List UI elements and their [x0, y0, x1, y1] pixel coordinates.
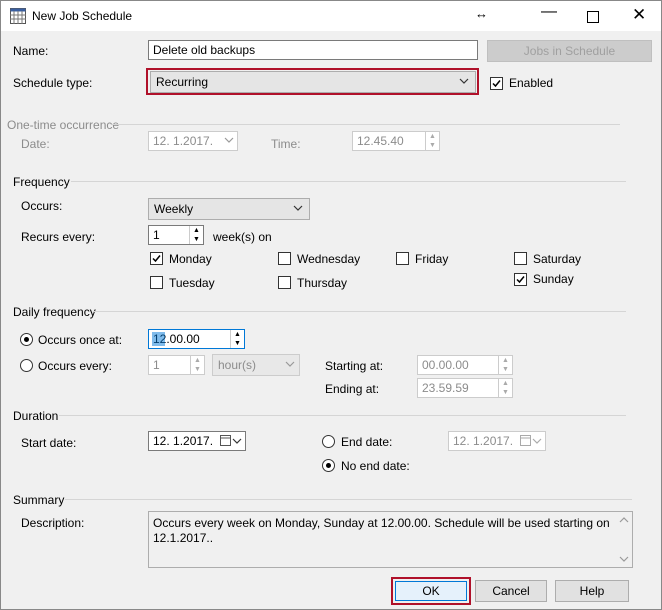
ending-at-label: Ending at:: [325, 382, 380, 396]
resize-icon: ↔: [475, 6, 488, 21]
starting-at-value: 00.00.00: [422, 358, 469, 372]
end-date-value: 12. 1.2017.: [453, 434, 514, 448]
duration-divider: [59, 415, 626, 416]
enabled-checkbox[interactable]: [490, 77, 503, 90]
monday-checkbox[interactable]: [150, 252, 163, 265]
chevron-down-icon: [224, 134, 234, 148]
starting-at-spinner[interactable]: ▲ ▼: [498, 356, 512, 374]
minimize-icon[interactable]: —: [541, 3, 557, 21]
friday-label: Friday: [415, 252, 449, 266]
one-time-date-label: Date:: [21, 137, 50, 151]
thursday-label: Thursday: [297, 276, 348, 290]
description-label: Description:: [21, 516, 85, 530]
occurs-value: Weekly: [154, 202, 194, 216]
tuesday-label: Tuesday: [169, 276, 215, 290]
occurs-every-unit-select[interactable]: hour(s): [212, 354, 300, 376]
monday-label: Monday: [169, 252, 212, 266]
wednesday-checkbox[interactable]: [278, 252, 291, 265]
title-bar[interactable]: New Job Schedule ↔ — ✕: [1, 1, 661, 31]
start-date-label: Start date:: [21, 436, 77, 450]
duration-section-title: Duration: [13, 409, 59, 423]
occurs-every-value: 1: [153, 358, 160, 372]
chevron-down-icon: [459, 75, 469, 89]
start-date-value: 12. 1.2017.: [153, 434, 214, 448]
sunday-label: Sunday: [533, 272, 574, 286]
description-textarea[interactable]: Occurs every week on Monday, Sunday at 1…: [148, 511, 633, 568]
starting-at-label: Starting at:: [325, 359, 384, 373]
occurs-select[interactable]: Weekly: [148, 198, 310, 220]
recurs-every-spinner[interactable]: ▲ ▼: [189, 226, 203, 244]
wednesday-label: Wednesday: [297, 252, 361, 266]
end-date-label: End date:: [341, 435, 393, 449]
summary-section-title: Summary: [13, 493, 65, 507]
occurs-once-spinner[interactable]: ▲ ▼: [230, 330, 244, 348]
recurs-unit-label: week(s) on: [213, 230, 272, 244]
name-label: Name:: [13, 44, 49, 58]
saturday-label: Saturday: [533, 252, 582, 266]
dialog-window: New Job Schedule ↔ — ✕ Name: Delete old …: [0, 0, 662, 610]
occurs-every-radio[interactable]: [20, 359, 33, 372]
schedule-type-label: Schedule type:: [13, 76, 93, 90]
saturday-checkbox[interactable]: [514, 252, 527, 265]
daily-frequency-divider: [93, 311, 626, 312]
end-date-picker[interactable]: 12. 1.2017.: [448, 431, 546, 451]
calendar-dropdown-icon: [520, 435, 542, 450]
frequency-section-title: Frequency: [13, 175, 70, 189]
sunday-checkbox[interactable]: [514, 273, 527, 286]
one-time-time-label: Time:: [271, 137, 301, 151]
jobs-in-schedule-button[interactable]: Jobs in Schedule: [487, 40, 652, 62]
description-text: Occurs every week on Monday, Sunday at 1…: [153, 516, 610, 545]
text-selection-highlight: [152, 332, 165, 346]
friday-checkbox[interactable]: [396, 252, 409, 265]
one-time-divider: [112, 124, 620, 125]
one-time-time-spinner[interactable]: ▲ ▼: [425, 132, 439, 150]
window-title: New Job Schedule: [32, 9, 133, 23]
calendar-icon: [10, 8, 26, 24]
occurs-every-spinner[interactable]: ▲ ▼: [190, 356, 204, 374]
recurs-every-label: Recurs every:: [21, 230, 96, 244]
recurs-every-value: 1: [153, 228, 160, 242]
tuesday-checkbox[interactable]: [150, 276, 163, 289]
maximize-icon[interactable]: [587, 11, 599, 23]
one-time-time-value: 12.45.40: [357, 134, 404, 148]
name-input[interactable]: Delete old backups: [148, 40, 478, 60]
chevron-down-icon: [293, 202, 303, 216]
occurs-every-label: Occurs every:: [38, 359, 113, 373]
occurs-every-unit-value: hour(s): [218, 358, 257, 372]
ending-at-spinner[interactable]: ▲ ▼: [498, 379, 512, 397]
calendar-dropdown-icon: [220, 435, 242, 450]
no-end-date-label: No end date:: [341, 459, 410, 473]
help-button[interactable]: Help: [555, 580, 629, 602]
summary-divider: [65, 499, 632, 500]
start-date-picker[interactable]: 12. 1.2017.: [148, 431, 246, 451]
end-date-radio[interactable]: [322, 435, 335, 448]
occurs-once-label: Occurs once at:: [38, 333, 123, 347]
cancel-button[interactable]: Cancel: [475, 580, 547, 602]
schedule-type-value: Recurring: [156, 75, 209, 89]
frequency-divider: [71, 181, 626, 182]
one-time-date-value: 12. 1.2017.: [153, 134, 214, 148]
one-time-date-picker[interactable]: 12. 1.2017.: [148, 131, 238, 151]
ok-button[interactable]: OK: [395, 581, 467, 601]
ending-at-value: 23.59.59: [422, 381, 469, 395]
schedule-type-select[interactable]: Recurring: [150, 71, 476, 93]
no-end-date-radio[interactable]: [322, 459, 335, 472]
daily-frequency-section-title: Daily frequency: [13, 305, 96, 319]
chevron-down-icon: [285, 358, 295, 372]
description-scrollbar[interactable]: [616, 512, 632, 567]
thursday-checkbox[interactable]: [278, 276, 291, 289]
one-time-section-title: One-time occurrence: [7, 118, 120, 132]
close-icon[interactable]: ✕: [632, 5, 646, 25]
occurs-once-radio[interactable]: [20, 333, 33, 346]
occurs-label: Occurs:: [21, 199, 63, 213]
enabled-label: Enabled: [509, 76, 554, 90]
